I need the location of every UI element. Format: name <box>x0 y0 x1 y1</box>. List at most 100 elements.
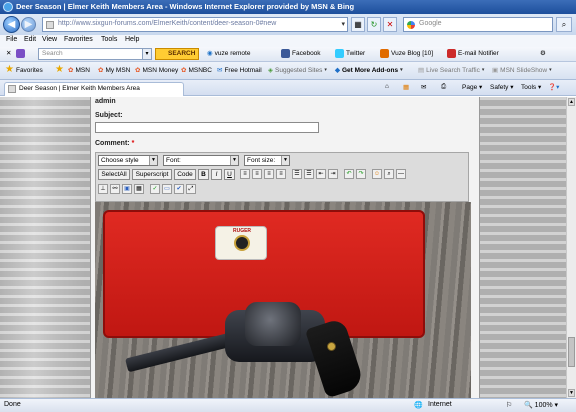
smiley-icon[interactable]: ☺ <box>372 169 382 179</box>
favorites-button[interactable]: ★ Favorites <box>5 64 43 75</box>
zoom-level[interactable]: 🔍 100% ▾ <box>524 401 558 409</box>
find-icon[interactable]: ⌕ <box>384 169 394 179</box>
chevron-down-icon[interactable]: ▾ <box>142 49 151 59</box>
security-zone[interactable]: Internet <box>428 401 452 408</box>
fav-msn-money[interactable]: ✿ MSN Money <box>135 66 179 75</box>
fav-msnbc-label: MSNBC <box>188 66 212 74</box>
vertical-scrollbar[interactable]: ▲ ▼ <box>566 97 576 398</box>
link-icon[interactable]: ⚯ <box>110 184 120 194</box>
wrench-icon[interactable]: ⚙ <box>540 49 546 57</box>
fav-msn-money-label: MSN Money <box>142 66 179 74</box>
fav-get-addons[interactable]: ◆ Get More Add-ons ▾ <box>335 66 403 75</box>
scroll-up-icon[interactable]: ▲ <box>568 98 575 106</box>
menu-help[interactable]: Help <box>125 36 139 43</box>
refresh-button[interactable]: ↻ <box>367 17 381 32</box>
close-toolbar-icon[interactable]: ✕ <box>6 49 11 57</box>
zoom-value: 100% <box>534 402 553 409</box>
menu-view[interactable]: View <box>42 36 57 43</box>
search-go-button[interactable]: ⌕ <box>556 17 572 32</box>
print-icon[interactable]: ⎙ <box>441 83 446 91</box>
redo-icon[interactable]: ↷ <box>356 169 366 179</box>
help-icon[interactable]: ❓▾ <box>548 83 559 91</box>
chevron-down-icon[interactable]: ▾ <box>341 20 345 28</box>
address-bar[interactable]: http://www.sixgun-forums.com/ElmerKeith/… <box>42 17 348 32</box>
command-page[interactable]: Page ▾ <box>462 83 482 91</box>
comment-label: Comment: * <box>95 140 134 147</box>
compat-view-button[interactable]: ▦ <box>351 17 365 32</box>
chevron-down-icon: ▼ <box>281 156 289 165</box>
menu-edit[interactable]: Edit <box>24 36 36 43</box>
fav-live-search-traffic[interactable]: ▤ Live Search Traffic ▾ <box>418 66 484 75</box>
toolbar-vuze-blog[interactable]: Vuze Blog [10] <box>380 49 433 58</box>
command-tools[interactable]: Tools ▾ <box>521 83 541 91</box>
undo-icon[interactable]: ↶ <box>344 169 354 179</box>
feeds-icon[interactable]: ▦ <box>403 83 409 91</box>
stop-button[interactable]: ✕ <box>383 17 397 32</box>
chevron-down-icon: ▼ <box>149 156 157 165</box>
toolbar-vuze-remote[interactable]: ◉ vuze remote <box>207 49 250 58</box>
add-favorite-icon[interactable]: ★ <box>55 65 64 75</box>
toolbar-email-notifier[interactable]: E-mail Notifier <box>447 49 499 58</box>
google-icon <box>407 21 415 29</box>
google-search-input[interactable]: Google <box>403 17 553 32</box>
page-viewport: admin Subject: Comment: * Choose style ▼ … <box>0 97 566 398</box>
fav-msnbc[interactable]: ✿ MSNBC <box>181 66 212 75</box>
check-icon[interactable]: ✔ <box>174 184 184 194</box>
horizontal-rule-icon[interactable]: — <box>396 169 406 179</box>
home-icon[interactable]: ⌂ <box>385 83 389 90</box>
scroll-down-icon[interactable]: ▼ <box>568 389 575 397</box>
strike-icon[interactable]: ⊥ <box>98 184 108 194</box>
toolbar-search-input[interactable]: Search ▾ <box>38 48 152 60</box>
toolbar-search-button[interactable]: SEARCH <box>155 48 199 60</box>
align-right-icon[interactable]: ≡ <box>264 169 274 179</box>
fullscreen-icon[interactable]: ⤢ <box>186 184 196 194</box>
italic-button[interactable]: I <box>211 169 222 180</box>
tab-deer-season[interactable]: Deer Season | Elmer Keith Members Area <box>4 82 184 96</box>
underline-button[interactable]: U <box>224 169 235 180</box>
vuze-blog-label: Vuze Blog [10] <box>391 50 434 57</box>
outdent-icon[interactable]: ⇤ <box>316 169 326 179</box>
image-icon[interactable]: ▣ <box>122 184 132 194</box>
toolbar-twitter[interactable]: Twitter <box>335 49 365 58</box>
back-button[interactable]: ◀ <box>3 16 20 33</box>
menu-tools[interactable]: Tools <box>101 36 117 43</box>
fav-msn[interactable]: ✿ MSN <box>68 66 90 75</box>
font-select[interactable]: Font: ▼ <box>163 155 239 166</box>
table-icon[interactable]: ▦ <box>134 184 144 194</box>
spellcheck-icon[interactable]: ✓ <box>150 184 160 194</box>
style-select-value: Choose style <box>101 157 139 164</box>
command-safety[interactable]: Safety ▾ <box>490 83 514 91</box>
menu-favorites[interactable]: Favorites <box>64 36 93 43</box>
scroll-thumb[interactable] <box>568 337 575 367</box>
mail-icon[interactable]: ✉ <box>421 83 426 91</box>
numbered-list-icon[interactable]: ☰ <box>304 169 314 179</box>
bold-button[interactable]: B <box>198 169 209 180</box>
toolbar-facebook[interactable]: Facebook <box>281 49 321 58</box>
favorites-label: Favorites <box>15 66 43 74</box>
fav-suggested-sites[interactable]: ◈ Suggested Sites ▾ <box>268 66 327 75</box>
revolver-cylinder <box>245 302 301 346</box>
align-justify-icon[interactable]: ≡ <box>276 169 286 179</box>
fav-my-msn-label: My MSN <box>105 66 131 74</box>
bullet-list-icon[interactable]: ☰ <box>292 169 302 179</box>
fav-my-msn[interactable]: ✿ My MSN <box>98 66 131 75</box>
preview-icon[interactable]: ▭ <box>162 184 172 194</box>
fav-hotmail[interactable]: ✉ Free Hotmail <box>217 66 262 75</box>
superscript-button[interactable]: Superscript <box>132 169 172 180</box>
forward-button[interactable]: ▶ <box>21 17 36 32</box>
address-url[interactable]: http://www.sixgun-forums.com/ElmerKeith/… <box>58 20 276 27</box>
align-center-icon[interactable]: ≡ <box>252 169 262 179</box>
protected-mode-icon[interactable]: ⚐ <box>506 401 512 409</box>
select-all-button[interactable]: SelectAll <box>98 169 130 180</box>
style-select[interactable]: Choose style ▼ <box>98 155 158 166</box>
align-left-icon[interactable]: ≡ <box>240 169 250 179</box>
subject-input[interactable] <box>95 122 319 133</box>
star-icon: ★ <box>5 64 14 75</box>
code-button[interactable]: Code <box>174 169 196 180</box>
background-decoration <box>0 97 90 398</box>
revolver-photo: RUGER <box>95 202 471 398</box>
menu-file[interactable]: File <box>6 36 17 43</box>
fav-msn-slideshow[interactable]: ▣ MSN SlideShow ▾ <box>492 66 552 75</box>
indent-icon[interactable]: ⇥ <box>328 169 338 179</box>
font-size-select[interactable]: Font size: ▼ <box>244 155 290 166</box>
